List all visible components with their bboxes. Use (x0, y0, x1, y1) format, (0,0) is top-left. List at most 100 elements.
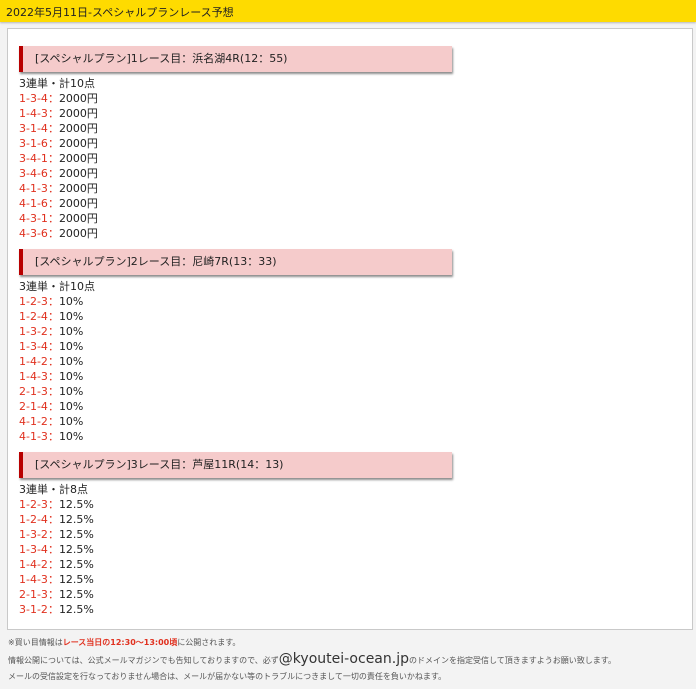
bet-amount: 10% (58, 370, 84, 383)
bet-combination: 1-4-3 (19, 573, 48, 586)
bet-amount: 10% (58, 430, 84, 443)
bet-combination: 1-3-4 (19, 92, 48, 105)
bet-separator: ： (47, 498, 59, 511)
bet-combination: 3-1-4 (19, 122, 48, 135)
bet-separator: ： (47, 370, 59, 383)
bet-amount: 12.5% (58, 513, 94, 526)
bet-amount: 2000円 (58, 152, 98, 165)
bet-amount: 12.5% (58, 528, 94, 541)
bet-combination: 2-1-4 (19, 400, 48, 413)
bet-separator: ： (47, 430, 59, 443)
race-header-2: [スペシャルプラン]2レース目：尼崎7R(13：33) (19, 249, 452, 275)
bet-separator: ： (47, 355, 59, 368)
bet-row: 3-1-4：2000円 (19, 121, 98, 136)
bet-amount: 10% (58, 355, 84, 368)
bet-separator: ： (47, 310, 59, 323)
bet-combination: 1-2-4 (19, 513, 48, 526)
bet-combination: 4-1-3 (19, 430, 48, 443)
bet-separator: ： (47, 325, 59, 338)
bet-combination: 1-2-3 (19, 295, 48, 308)
bet-row: 2-1-3：10% (19, 384, 83, 399)
bet-row: 4-1-3：10% (19, 429, 83, 444)
bet-separator: ： (47, 573, 59, 586)
title-bar: 2022年5月11日-スペシャルプランレース予想 (0, 0, 696, 22)
bet-amount: 12.5% (58, 588, 94, 601)
bet-separator: ： (47, 513, 59, 526)
bet-row: 3-1-6：2000円 (19, 136, 98, 151)
bet-row: 1-4-2：10% (19, 354, 83, 369)
bet-combination: 3-4-6 (19, 167, 48, 180)
bet-amount: 2000円 (58, 227, 98, 240)
bet-separator: ： (47, 182, 59, 195)
prediction-panel: [スペシャルプラン]1レース目：浜名湖4R(12：55) 3連単・計10点 1-3-… (7, 28, 693, 630)
bet-combination: 1-4-3 (19, 107, 48, 120)
bet-separator: ： (47, 122, 59, 135)
race-header-3: [スペシャルプラン]3レース目：芦屋11R(14：13) (19, 452, 452, 478)
bet-row: 3-4-1：2000円 (19, 151, 98, 166)
bet-amount: 12.5% (58, 498, 94, 511)
bet-separator: ： (47, 543, 59, 556)
bet-amount: 12.5% (58, 573, 94, 586)
bet-separator: ： (47, 295, 59, 308)
bet-combination: 3-4-1 (19, 152, 48, 165)
bet-combination: 4-1-2 (19, 415, 48, 428)
bet-combination: 1-3-4 (19, 543, 48, 556)
bet-separator: ： (47, 415, 59, 428)
bet-combination: 1-3-4 (19, 340, 48, 353)
bet-separator: ： (47, 92, 59, 105)
bet-row: 4-1-2：10% (19, 414, 83, 429)
bet-amount: 10% (58, 385, 84, 398)
bet-combination: 3-1-2 (19, 603, 48, 616)
bet-row: 1-3-4：12.5% (19, 542, 94, 557)
race-summary-2: 3連単・計10点 (19, 280, 95, 293)
race-summary-1: 3連単・計10点 (19, 77, 95, 90)
bet-amount: 10% (58, 340, 84, 353)
bet-row: 1-4-3：10% (19, 369, 83, 384)
bet-row: 1-4-2：12.5% (19, 557, 94, 572)
bet-separator: ： (47, 400, 59, 413)
bet-combination: 1-3-2 (19, 528, 48, 541)
bet-separator: ： (47, 227, 59, 240)
race-summary-3: 3連単・計8点 (19, 483, 88, 496)
bet-combination: 4-3-1 (19, 212, 48, 225)
bet-row: 1-3-4：10% (19, 339, 83, 354)
bet-amount: 10% (58, 415, 84, 428)
bet-combination: 1-4-2 (19, 558, 48, 571)
bet-row: 1-4-3：2000円 (19, 106, 98, 121)
bet-amount: 12.5% (58, 603, 94, 616)
bet-amount: 2000円 (58, 167, 98, 180)
bet-separator: ： (47, 107, 59, 120)
bet-combination: 1-2-4 (19, 310, 48, 323)
bet-row: 3-4-6：2000円 (19, 166, 98, 181)
bet-row: 1-2-4：12.5% (19, 512, 94, 527)
bet-row: 1-3-4：2000円 (19, 91, 98, 106)
bet-row: 2-1-3：12.5% (19, 587, 94, 602)
bet-separator: ： (47, 152, 59, 165)
bet-separator: ： (47, 212, 59, 225)
bet-separator: ： (47, 167, 59, 180)
bet-combination: 4-1-3 (19, 182, 48, 195)
bet-combination: 2-1-3 (19, 588, 48, 601)
bet-amount: 2000円 (58, 182, 98, 195)
bet-amount: 12.5% (58, 543, 94, 556)
bet-amount: 2000円 (58, 197, 98, 210)
bet-amount: 2000円 (58, 92, 98, 105)
bet-separator: ： (47, 137, 59, 150)
bet-amount: 10% (58, 310, 84, 323)
bet-combination: 4-1-6 (19, 197, 48, 210)
bet-combination: 4-3-6 (19, 227, 48, 240)
race-header-1: [スペシャルプラン]1レース目：浜名湖4R(12：55) (19, 46, 452, 72)
footer-notes: ※買い目情報はレース当日の12:30〜13:00頃に公開されます。 情報公開につ… (8, 634, 696, 685)
bet-separator: ： (47, 558, 59, 571)
bet-row: 4-3-6：2000円 (19, 226, 98, 241)
bet-combination: 1-2-3 (19, 498, 48, 511)
bet-amount: 2000円 (58, 122, 98, 135)
bet-combination: 1-4-3 (19, 370, 48, 383)
bet-row: 1-3-2：12.5% (19, 527, 94, 542)
bet-separator: ： (47, 603, 59, 616)
bet-separator: ： (47, 588, 59, 601)
bet-row: 1-2-3：12.5% (19, 497, 94, 512)
bet-row: 4-1-3：2000円 (19, 181, 98, 196)
bet-row: 1-2-4：10% (19, 309, 83, 324)
bet-combination: 1-4-2 (19, 355, 48, 368)
